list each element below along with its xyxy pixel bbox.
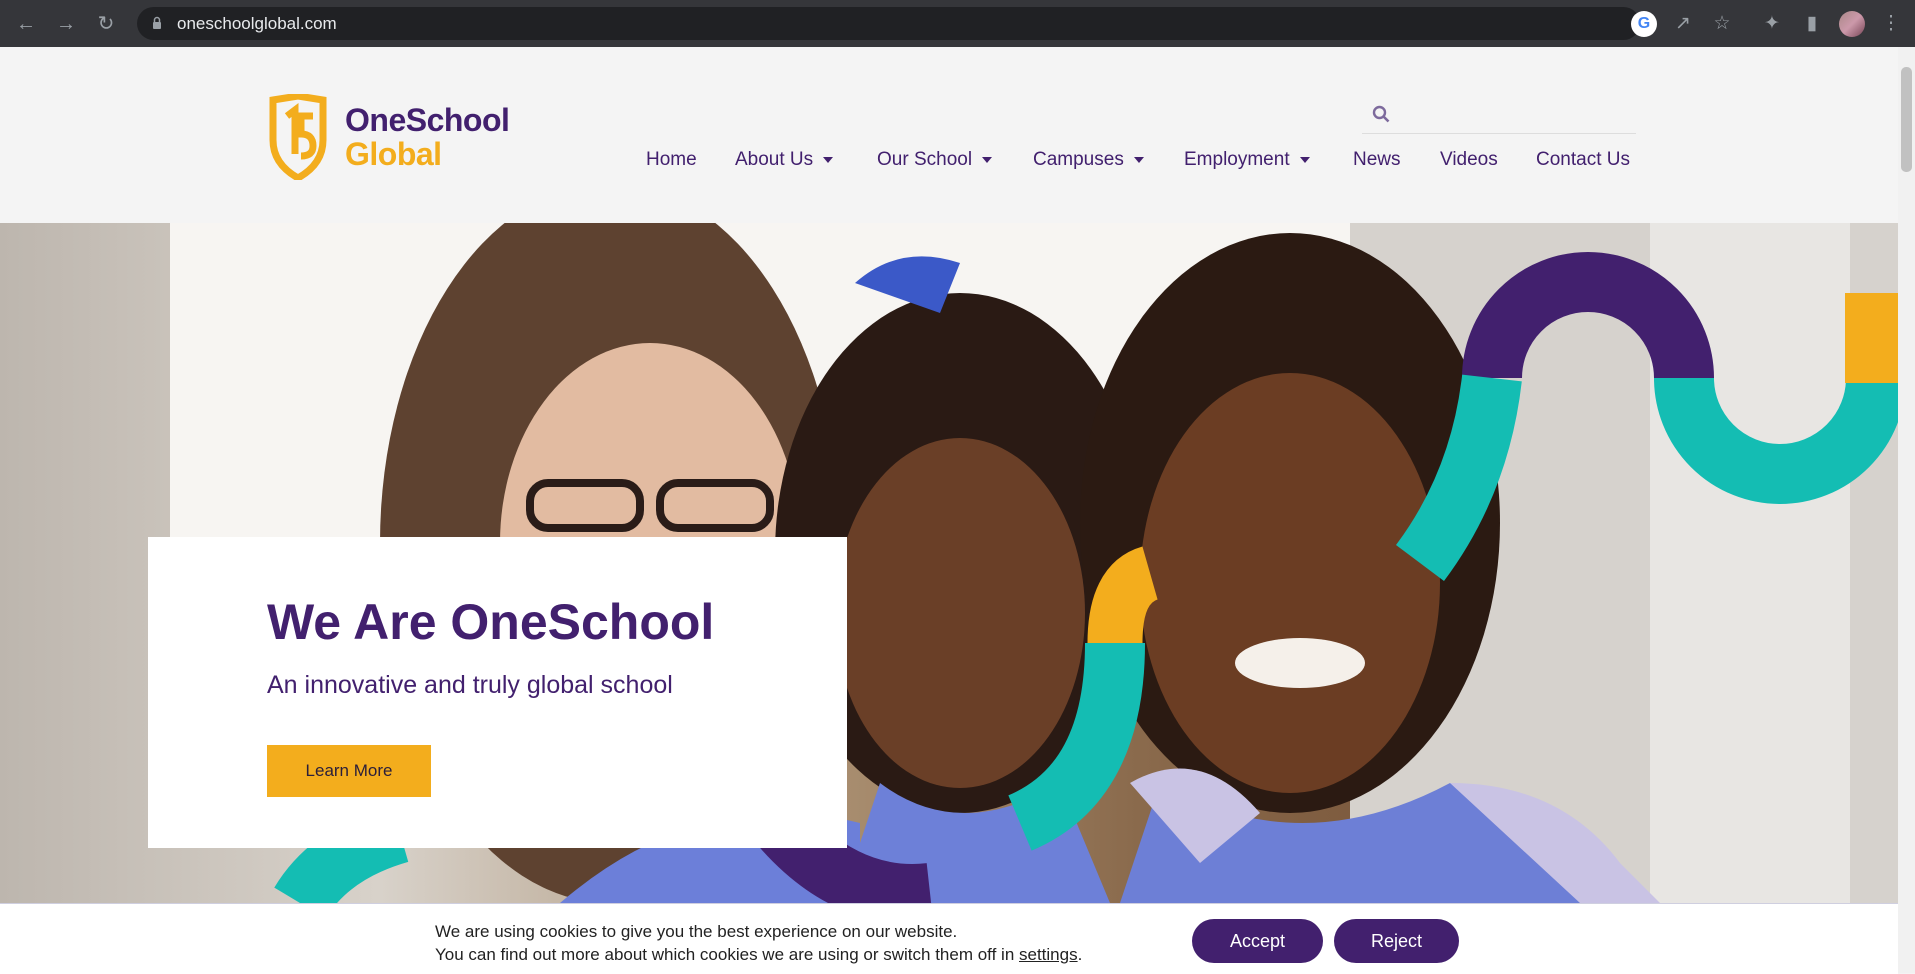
google-icon[interactable]: G [1631,11,1657,37]
nav-contact-us-label: Contact Us [1536,149,1630,170]
nav-campuses[interactable]: Campuses [1033,139,1144,205]
url-text: oneschoolglobal.com [177,14,337,33]
accept-cookies-button[interactable]: Accept [1192,919,1323,963]
nav-home[interactable]: Home [640,139,703,230]
nav-videos[interactable]: Videos [1440,139,1498,205]
hero-subtitle: An innovative and truly global school [267,671,673,699]
nav-videos-label: Videos [1440,149,1498,170]
search-input[interactable] [1406,99,1630,129]
extensions-icon[interactable]: ✦ [1759,11,1785,37]
hero-card: We Are OneSchool An innovative and truly… [148,537,847,848]
reject-cookies-button[interactable]: Reject [1334,919,1459,963]
learn-more-button[interactable]: Learn More [267,745,431,797]
more-menu-icon[interactable]: ⋮ [1878,11,1904,37]
caret-down-icon [982,156,993,163]
cookie-line-2: You can find out more about which cookie… [435,943,1082,966]
caret-down-icon [823,156,834,163]
nav-our-school[interactable]: Our School [877,139,993,205]
site-header: OneSchool Global Home About Us Our Schoo… [0,47,1898,230]
logo-text-line2: Global [345,136,442,172]
nav-campuses-label: Campuses [1033,149,1124,170]
back-icon[interactable]: ← [14,12,38,36]
lock-icon [153,16,161,29]
caret-down-icon [1299,156,1310,163]
nav-about-us-label: About Us [735,149,814,170]
browser-toolbar: ← → ↻ oneschoolglobal.com G ↗ ☆ ✦ ▮ ⋮ [0,0,1915,47]
oneschool-logo[interactable]: OneSchool Global [265,94,515,184]
cookie-consent-bar: We are using cookies to give you the bes… [0,903,1898,974]
nav-about-us[interactable]: About Us [735,139,834,205]
cookie-line-2-suffix: . [1077,945,1083,964]
reload-icon[interactable]: ↻ [94,12,118,36]
nav-news[interactable]: News [1353,139,1401,205]
scrollbar-thumb[interactable] [1901,67,1912,172]
profile-avatar[interactable] [1839,11,1865,37]
hero-banner: We Are OneSchool An innovative and truly… [0,223,1898,903]
cookie-line-1: We are using cookies to give you the bes… [435,922,958,941]
address-bar[interactable]: oneschoolglobal.com [137,7,1640,40]
nav-employment-label: Employment [1184,149,1290,170]
nav-our-school-label: Our School [877,149,973,170]
search-box [1362,93,1636,134]
logo-text-line1: OneSchool [345,102,510,138]
nav-home-label: Home [646,149,697,170]
cookie-message: We are using cookies to give you the bes… [435,920,1082,966]
cookie-line-2-prefix: You can find out more about which cookie… [435,945,1019,964]
page-scrollbar[interactable] [1898,47,1915,973]
nav-news-label: News [1353,149,1401,170]
nav-employment[interactable]: Employment [1184,139,1310,205]
share-icon[interactable]: ↗ [1670,11,1696,37]
nav-contact-us[interactable]: Contact Us [1536,139,1630,205]
caret-down-icon [1133,156,1144,163]
hero-title: We Are OneSchool [267,594,715,650]
cookie-settings-link[interactable]: settings [1019,945,1078,964]
bookmark-star-icon[interactable]: ☆ [1709,11,1735,37]
side-panel-icon[interactable]: ▮ [1799,11,1825,37]
search-icon[interactable] [1372,105,1390,123]
forward-icon[interactable]: → [54,12,78,36]
shield-logo-icon [269,94,327,180]
